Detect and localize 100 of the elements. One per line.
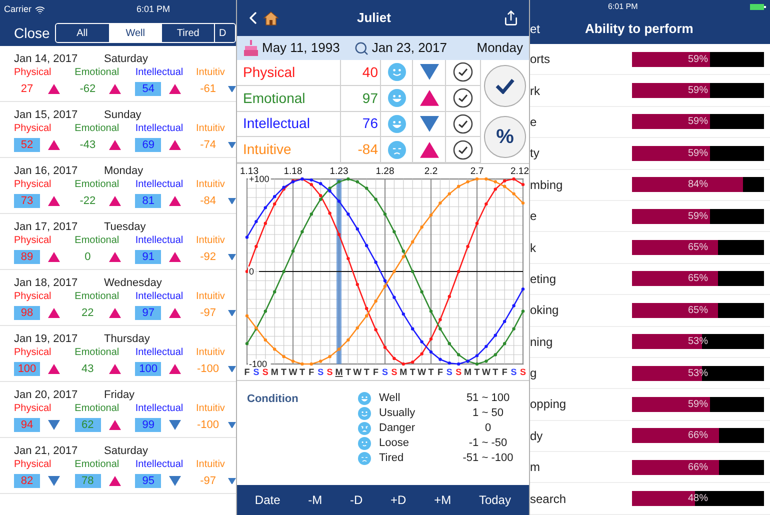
point (319, 360, 322, 363)
search-icon[interactable] (354, 40, 369, 56)
point (374, 300, 378, 303)
point (337, 232, 341, 236)
metric-value: 27 (20, 82, 34, 96)
point (448, 192, 451, 196)
point (356, 326, 359, 330)
point (494, 180, 497, 184)
point (310, 182, 313, 186)
filter-tab[interactable]: Well (108, 24, 162, 42)
house-icon[interactable] (263, 10, 279, 26)
date-label: Jan 20, 2017 (14, 388, 79, 402)
metric-value: -84 (199, 194, 217, 208)
back-label[interactable]: et (530, 20, 585, 38)
point (264, 206, 267, 210)
weekday-label: Monday (476, 39, 523, 58)
ability-percent: 84% (686, 178, 709, 192)
toolbar-button[interactable]: -D (346, 491, 367, 509)
day-letter: S (391, 367, 398, 377)
metric-value: -97 (199, 306, 217, 320)
percent-button[interactable]: % (484, 116, 526, 158)
point (457, 353, 460, 356)
close-button[interactable]: Close (14, 22, 50, 44)
day-letter: M (464, 367, 472, 377)
check-circle-icon[interactable] (453, 88, 473, 108)
date-tick-label: 1.23 (330, 166, 348, 177)
confirm-button[interactable] (484, 64, 526, 107)
point (245, 342, 249, 346)
point (503, 179, 506, 182)
activity-label: oking (530, 302, 560, 320)
activity-label: g (530, 365, 538, 382)
point (254, 244, 258, 248)
toolbar-button[interactable]: Today (474, 491, 515, 509)
metric-label: Intuitiv (196, 402, 226, 416)
check-circle-icon[interactable] (453, 62, 473, 82)
check-icon (495, 78, 515, 94)
point (512, 177, 516, 181)
carrier-label: Carrier (4, 3, 32, 16)
point (438, 201, 442, 205)
activity-label: eting (530, 270, 558, 288)
point (273, 194, 276, 198)
point (374, 328, 378, 332)
birth-date: May 11, 1993 (262, 39, 340, 58)
metric-label: Intuitiv (196, 290, 226, 304)
point (411, 270, 414, 274)
point (273, 348, 276, 351)
condition-range: -51 ~ -100 (462, 451, 514, 466)
day-letter: S (446, 367, 452, 377)
point (291, 360, 295, 363)
metric-label: Intellectual (135, 234, 184, 248)
metric-value: -61 (199, 82, 217, 96)
point (475, 177, 479, 181)
point (411, 240, 414, 244)
point (484, 202, 488, 206)
metric-label: Physical (14, 66, 52, 80)
metric-name: Emotional (237, 86, 341, 110)
toolbar-button[interactable]: Date (250, 491, 284, 509)
metric-value: -97 (199, 474, 217, 488)
date-tick-label: 1.18 (284, 166, 302, 177)
point (328, 189, 332, 193)
point (282, 270, 286, 274)
metric-name: Intuitive (237, 137, 341, 162)
point (291, 250, 295, 253)
toolbar-button[interactable]: +M (430, 491, 456, 509)
date-label: Jan 18, 2017 (14, 276, 79, 290)
ability-percent: 65% (686, 272, 709, 286)
point (319, 194, 322, 198)
day-letter: M (270, 367, 278, 377)
point (457, 270, 460, 274)
activity-label: dy (530, 428, 544, 445)
share-icon[interactable] (503, 10, 519, 26)
activity-label: opping (530, 396, 568, 414)
point (420, 226, 424, 229)
point (466, 244, 470, 248)
condition-range: 0 (484, 421, 492, 436)
filter-tab[interactable]: D (214, 24, 235, 42)
metric-value: 73 (14, 194, 40, 208)
point (466, 180, 470, 184)
point (494, 188, 497, 191)
check-circle-icon[interactable] (453, 114, 473, 134)
metric-value: 91 (135, 250, 162, 264)
ability-percent: 66% (686, 460, 709, 475)
check-circle-icon[interactable] (453, 140, 473, 160)
ability-percent: 65% (686, 304, 709, 318)
day-letter: S (382, 367, 388, 377)
point (392, 356, 396, 360)
metric-label: Emotional (74, 458, 120, 472)
metric-label: Intellectual (135, 346, 184, 360)
toolbar-button[interactable]: -M (304, 491, 326, 509)
point (328, 186, 332, 190)
metric-value: 82 (14, 474, 40, 488)
toolbar-button[interactable]: +D (386, 491, 410, 509)
weekday-label: Friday (104, 388, 135, 402)
metric-value: 99 (135, 418, 162, 432)
clock-label: 6:01 PM (608, 1, 638, 13)
y-tick-label: -100 (248, 359, 271, 369)
metric-name: Physical (237, 60, 341, 85)
metric-value: 81 (135, 194, 162, 208)
activity-label: search (530, 490, 568, 508)
metric-label: Intuitiv (196, 122, 226, 136)
